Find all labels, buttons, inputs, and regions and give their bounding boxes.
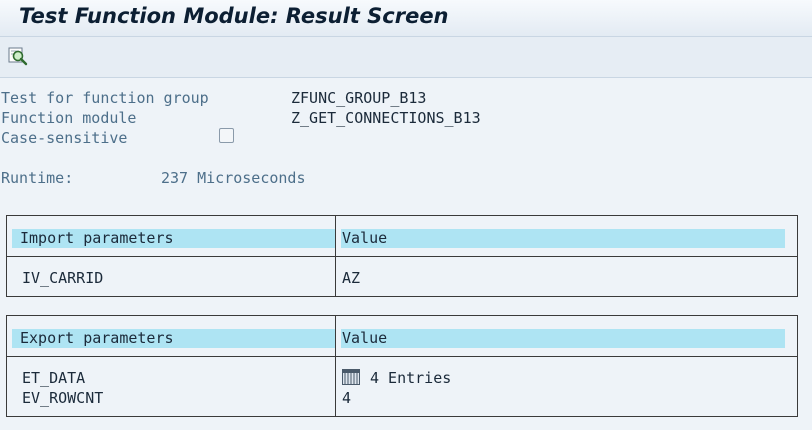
et-data-entries-link[interactable]: 4 Entries xyxy=(342,368,451,390)
export-param-header: Export parameters xyxy=(12,329,335,348)
function-module-value: Z_GET_CONNECTIONS_B13 xyxy=(291,109,481,127)
magnifier-icon[interactable] xyxy=(7,45,29,67)
function-module-label: Function module xyxy=(1,109,137,127)
import-param-value: AZ xyxy=(342,269,361,287)
case-sensitive-label: Case-sensitive xyxy=(1,129,128,147)
import-param-header: Import parameters xyxy=(12,229,335,248)
window-title: Test Function Module: Result Screen xyxy=(19,4,449,28)
import-param-name: IV_CARRID xyxy=(22,269,104,287)
export-param-value: 4 xyxy=(342,389,352,407)
column-divider xyxy=(335,316,336,416)
export-parameters-panel: Export parameters Value ET_DATA 4 Entrie… xyxy=(6,315,798,417)
runtime-label: Runtime: xyxy=(1,169,74,187)
export-param-name: EV_ROWCNT xyxy=(22,389,104,407)
et-data-value: 4 Entries xyxy=(370,369,452,387)
table-icon xyxy=(342,369,360,390)
import-value-header: Value xyxy=(341,229,785,248)
export-param-name: ET_DATA xyxy=(22,369,86,387)
header-separator xyxy=(7,256,797,257)
header-separator xyxy=(7,356,797,357)
export-value-header: Value xyxy=(341,329,785,348)
case-sensitive-checkbox[interactable] xyxy=(219,128,234,143)
title-bar: Test Function Module: Result Screen xyxy=(0,0,812,37)
import-parameters-panel: Import parameters Value IV_CARRID AZ xyxy=(6,215,798,297)
application-toolbar xyxy=(0,37,812,78)
function-group-label: Test for function group xyxy=(1,89,209,107)
function-group-value: ZFUNC_GROUP_B13 xyxy=(291,89,427,107)
runtime-value: 237 Microseconds xyxy=(161,169,306,187)
